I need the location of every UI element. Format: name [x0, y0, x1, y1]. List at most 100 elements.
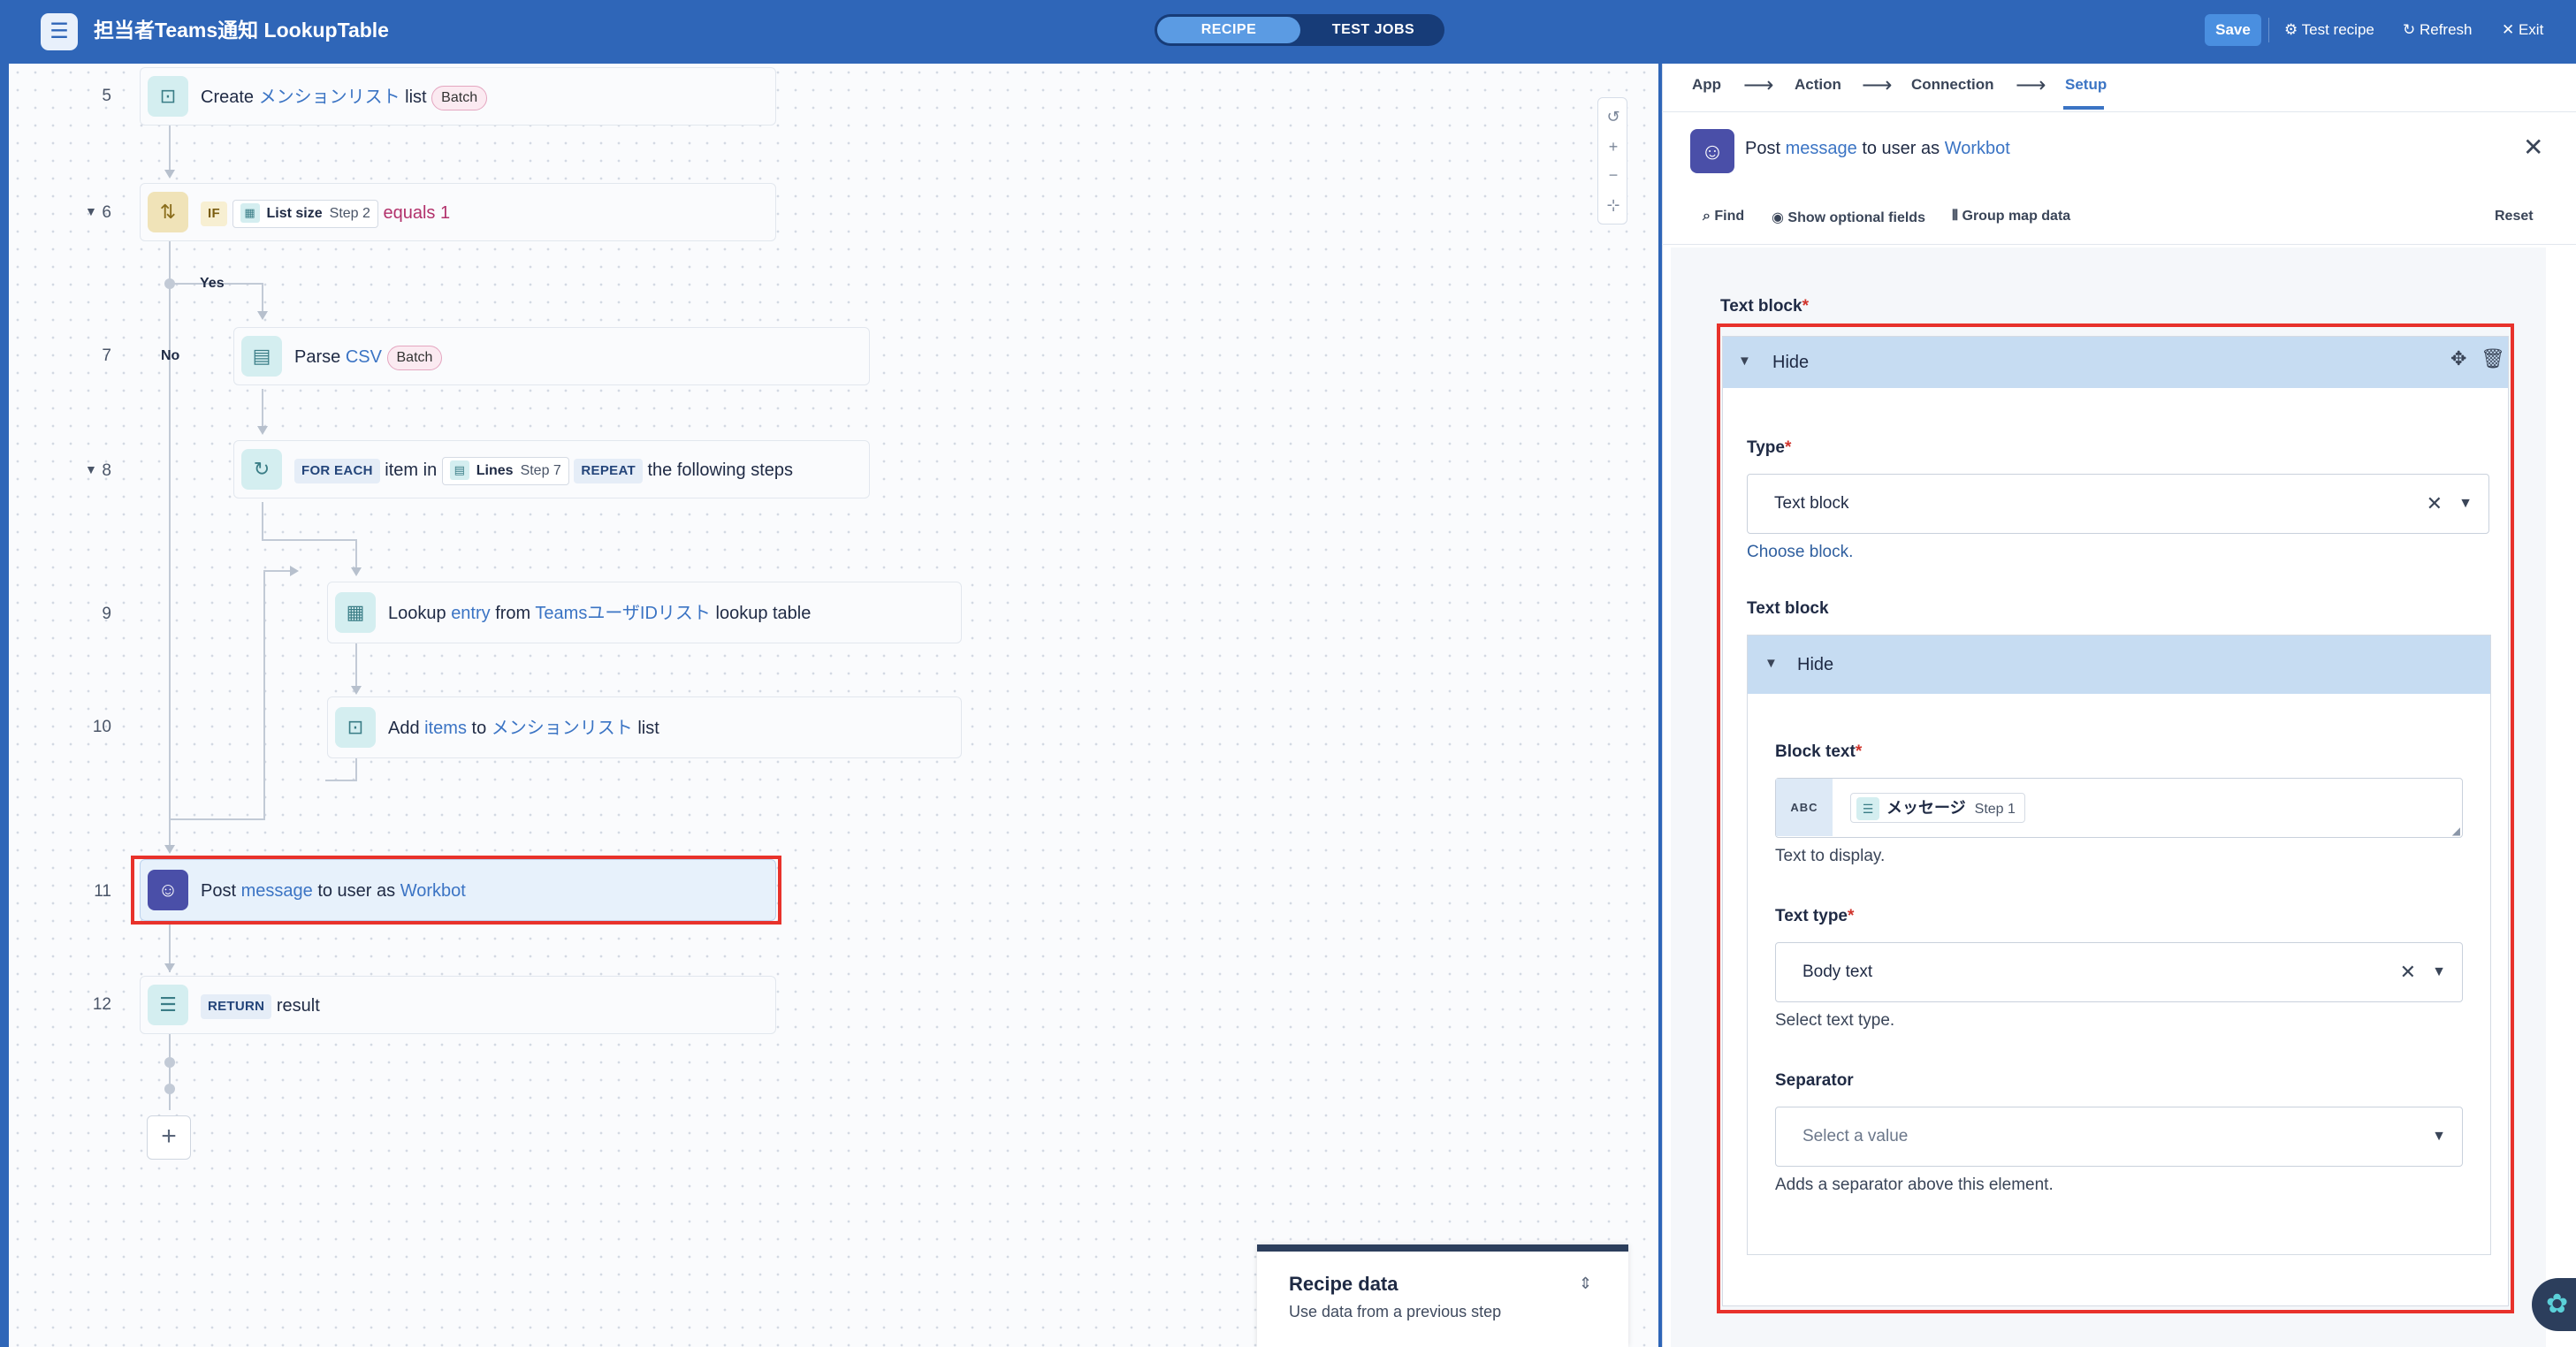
divider: [1662, 244, 2576, 245]
step-number: 10: [92, 718, 111, 736]
return-icon: ☰: [148, 985, 188, 1025]
step-7-parse-csv[interactable]: ▤ Parse CSV Batch: [233, 327, 870, 385]
find-button[interactable]: ⌕ Find: [1703, 209, 1744, 224]
expand-icon[interactable]: ⇕: [1579, 1275, 1592, 1293]
csv-link: CSV: [345, 347, 382, 367]
exit-button[interactable]: ✕ Exit: [2502, 18, 2543, 42]
step-number: 9: [102, 605, 111, 623]
divider: [1662, 111, 2576, 112]
loop-connector: [263, 570, 290, 572]
if-keyword: IF: [201, 201, 227, 226]
batch-badge: Batch: [431, 85, 488, 110]
active-crumb-underline: [2063, 106, 2104, 110]
end-dot: [164, 1057, 175, 1068]
step-10-add-items[interactable]: ⊡ Add items to メンションリスト list: [327, 696, 962, 758]
step-number: 12: [92, 995, 111, 1014]
arrow-right-icon: ⟶: [1743, 73, 1774, 97]
arrow-right-icon: ⟶: [1862, 73, 1893, 97]
recipe-data-subtitle: Use data from a previous step: [1289, 1303, 1502, 1320]
zoom-out-icon[interactable]: −: [1598, 162, 1628, 188]
zoom-in-icon[interactable]: +: [1598, 133, 1628, 160]
arrow: [164, 170, 175, 179]
step-noun: list: [637, 719, 659, 738]
crumb-connection[interactable]: Connection: [1911, 76, 1994, 94]
items-link: items: [424, 719, 467, 738]
following-steps-text: the following steps: [647, 460, 794, 480]
step-verb: Add: [388, 719, 420, 738]
step-number: 11: [94, 882, 111, 901]
close-icon[interactable]: ✕: [2523, 133, 2543, 162]
refresh-button[interactable]: ↻ Refresh: [2403, 18, 2473, 42]
fit-view-icon[interactable]: ⊹: [1598, 192, 1628, 218]
list-icon: ⊡: [148, 76, 188, 117]
csv-icon: ▤: [241, 336, 282, 377]
arrow-right-icon: ⟶: [2016, 73, 2046, 97]
csv-icon: ▤: [449, 460, 469, 481]
show-optional-fields-button[interactable]: ◉ Show optional fields: [1772, 209, 1925, 226]
connector: [170, 818, 265, 820]
top-bar: ☰ 担当者Teams通知 LookupTable RECIPE TEST JOB…: [0, 0, 2576, 64]
connector: [169, 1034, 171, 1110]
collapse-icon[interactable]: ▼: [85, 204, 97, 218]
arrow: [257, 311, 268, 320]
connector: [325, 780, 357, 781]
collapse-icon[interactable]: ▼: [85, 462, 97, 476]
recipe-data-title: Recipe data: [1289, 1273, 1399, 1295]
list-name: メンションリスト: [491, 719, 633, 738]
lookup-table-suffix: lookup table: [715, 604, 812, 623]
step-verb: Parse: [294, 347, 341, 367]
crumb-setup[interactable]: Setup: [2065, 76, 2107, 94]
datapill-lines[interactable]: ▤ Lines Step 7: [441, 456, 569, 485]
step-noun: list: [405, 88, 427, 107]
test-recipe-button[interactable]: ⚙ Test recipe: [2284, 18, 2374, 42]
entry-link: entry: [451, 604, 491, 623]
table-icon: ▦: [335, 592, 376, 633]
connector: [169, 240, 171, 850]
recipe-title[interactable]: 担当者Teams通知 LookupTable: [94, 14, 389, 46]
tab-recipe[interactable]: RECIPE: [1157, 17, 1300, 43]
recipe-icon: ☰: [41, 13, 78, 50]
group-map-data-button[interactable]: ⦀ Group map data: [1952, 209, 2070, 224]
condition-operator: equals 1: [383, 203, 451, 223]
reset-button[interactable]: Reset: [2495, 209, 2534, 224]
step-number: 7: [102, 346, 111, 365]
mode-toggle: RECIPE TEST JOBS: [1155, 14, 1444, 46]
return-keyword: RETURN: [201, 993, 272, 1019]
list-name: メンションリスト: [258, 88, 400, 107]
step-8-for-each[interactable]: ↻ FOR EACH item in ▤ Lines Step 7 REPEAT t…: [233, 440, 870, 498]
highlight-text-block: [1717, 323, 2514, 1313]
datapill-list-size[interactable]: ▦ List size Step 2: [232, 199, 378, 228]
item-in-text: item in: [385, 460, 438, 480]
branch-yes-label: Yes: [200, 276, 225, 291]
arrow: [351, 686, 362, 695]
repeat-keyword: REPEAT: [574, 458, 643, 483]
crumb-app[interactable]: App: [1692, 76, 1721, 94]
loop-icon: ↻: [241, 449, 282, 490]
zoom-controls: ↺ + − ⊹: [1597, 97, 1627, 224]
connector: [355, 758, 357, 780]
panel-step-title: Post message to user as Workbot: [1745, 139, 2010, 158]
step-12-return[interactable]: ☰ RETURN result: [140, 976, 776, 1034]
from-text: from: [495, 604, 531, 623]
reset-view-icon[interactable]: ↺: [1598, 103, 1628, 130]
arrow: [164, 845, 175, 854]
connector: [262, 539, 355, 541]
tab-test-jobs[interactable]: TEST JOBS: [1305, 17, 1442, 43]
step-6-if-condition[interactable]: ⇅ IF ▦ List size Step 2 equals 1: [140, 183, 776, 241]
end-dot: [164, 1084, 175, 1094]
arrow: [257, 426, 268, 435]
text-block-label: Text block*: [1720, 297, 1809, 316]
step-verb: Create: [201, 88, 255, 107]
result-text: result: [276, 996, 320, 1016]
crumb-action[interactable]: Action: [1795, 76, 1841, 94]
arrow: [351, 567, 362, 576]
connector: [262, 502, 263, 539]
connector: [169, 124, 171, 177]
foreach-keyword: FOR EACH: [294, 458, 380, 483]
table-icon: ▦: [240, 203, 260, 224]
recipe-data-panel[interactable]: Recipe data Use data from a previous ste…: [1257, 1244, 1628, 1347]
save-button[interactable]: Save: [2205, 14, 2261, 46]
add-step-button[interactable]: +: [147, 1115, 191, 1160]
step-9-lookup[interactable]: ▦ Lookup entry from TeamsユーザIDリスト lookup…: [327, 582, 962, 643]
step-5-create-list[interactable]: ⊡ Create メンションリスト list Batch: [140, 67, 776, 126]
